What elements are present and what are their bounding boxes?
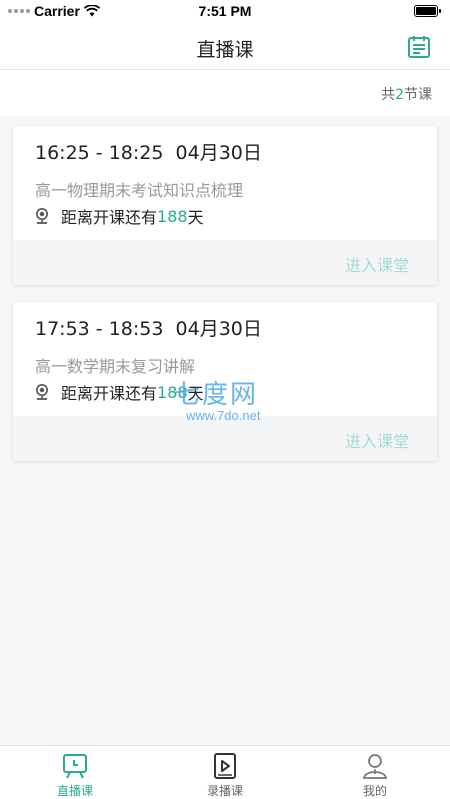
countdown-days: 188 — [157, 206, 188, 226]
lesson-card-footer: 进入课堂 — [13, 416, 437, 461]
countdown-suffix: 天 — [187, 208, 204, 227]
countdown-prefix: 距离开课还有 — [61, 208, 158, 227]
recorded-class-icon — [214, 753, 236, 779]
tab-label: 录播课 — [206, 784, 243, 798]
tab-label: 直播课 — [56, 784, 93, 798]
enter-classroom-button[interactable]: 进入课堂 — [345, 252, 409, 276]
lesson-course-title: 高一物理期末考试知识点梳理 — [35, 181, 244, 200]
lesson-time: 16:25 - 18:25 04月30日 — [35, 142, 262, 164]
tab-profile[interactable]: 我的 — [300, 746, 450, 799]
navigation-bar: 直播课 — [0, 24, 450, 70]
webcam-icon — [36, 384, 48, 400]
status-bar: Carrier 7:51 PM — [0, 0, 450, 24]
profile-icon — [362, 754, 388, 779]
countdown-prefix: 距离开课还有 — [61, 384, 158, 403]
lesson-count: 共2节课 — [381, 84, 432, 104]
status-time: 7:51 PM — [198, 3, 252, 19]
tab-recorded-class[interactable]: 录播课 — [150, 746, 300, 799]
lesson-time: 17:53 - 18:53 04月30日 — [35, 318, 262, 340]
tab-live-class[interactable]: 直播课 — [0, 746, 150, 799]
webcam-icon — [36, 208, 48, 224]
enter-classroom-button[interactable]: 进入课堂 — [345, 428, 409, 452]
page-title: 直播课 — [196, 39, 254, 61]
live-class-icon — [63, 754, 87, 779]
battery-icon — [414, 5, 441, 17]
lesson-countdown: 距离开课还有 188 天 — [35, 204, 204, 228]
lesson-count-prefix: 共 — [381, 87, 396, 103]
countdown-days: 188 — [157, 382, 188, 402]
calendar-icon[interactable] — [406, 34, 432, 60]
lesson-card[interactable]: 16:25 - 18:25 04月30日 高一物理期末考试知识点梳理 距离开课还… — [13, 126, 437, 285]
tab-bar: 直播课 录播课 我的 — [0, 745, 450, 799]
lesson-count-row: 共2节课 — [0, 70, 450, 116]
lesson-count-number: 2 — [395, 87, 404, 103]
lesson-course-title: 高一数学期末复习讲解 — [35, 357, 196, 376]
lesson-card[interactable]: 17:53 - 18:53 04月30日 高一数学期末复习讲解 距离开课还有 18… — [13, 302, 437, 461]
lesson-card-footer: 进入课堂 — [13, 240, 437, 285]
lesson-countdown: 距离开课还有 188 天 — [35, 380, 204, 404]
lesson-count-suffix: 节课 — [404, 87, 432, 103]
tab-label: 我的 — [362, 784, 387, 798]
countdown-suffix: 天 — [187, 384, 204, 403]
